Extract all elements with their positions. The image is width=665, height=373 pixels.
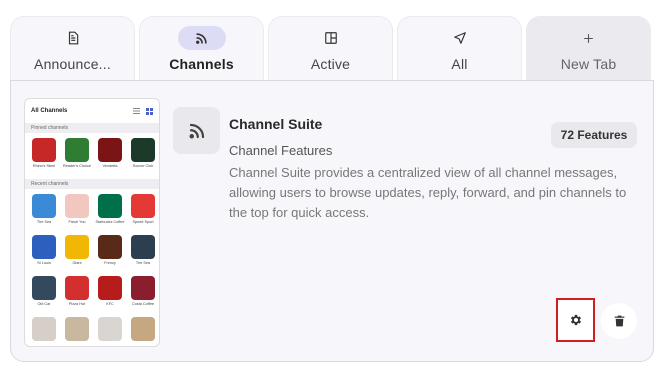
tab-all[interactable]: All bbox=[397, 16, 522, 82]
tab-channels[interactable]: Channels bbox=[139, 16, 264, 82]
document-icon bbox=[49, 26, 97, 50]
channel-name: Soccer Club bbox=[132, 164, 154, 168]
tab-label: Active bbox=[310, 56, 351, 72]
grid-view-icon bbox=[146, 107, 153, 115]
channel-thumbnail bbox=[32, 138, 56, 162]
channel-name: St Louis bbox=[37, 261, 51, 265]
channel-tile[interactable] bbox=[97, 317, 123, 346]
navigation-icon bbox=[436, 26, 484, 50]
view-toggle bbox=[133, 107, 153, 115]
plus-icon bbox=[565, 26, 613, 50]
channel-thumbnail bbox=[32, 194, 56, 218]
feature-icon bbox=[173, 107, 220, 154]
channel-tile[interactable] bbox=[64, 317, 90, 346]
channel-name: Old Car bbox=[37, 302, 51, 306]
channel-name: The Sea bbox=[135, 261, 151, 265]
list-view-icon bbox=[133, 108, 140, 114]
rss-icon bbox=[189, 123, 204, 138]
channel-thumbnail bbox=[98, 276, 122, 300]
channel-name: Starbucks Coffee bbox=[95, 220, 125, 224]
channel-tile[interactable]: Reader's Choice bbox=[63, 138, 91, 179]
tab-new[interactable]: New Tab bbox=[526, 16, 651, 82]
channel-tile[interactable]: Pizza Hut bbox=[64, 276, 90, 317]
tab-announcements[interactable]: Announce... bbox=[10, 16, 135, 82]
channels-preview[interactable]: All Channels Pinned channels Rhino's Ste… bbox=[24, 98, 160, 347]
channel-thumbnail bbox=[131, 276, 155, 300]
channel-tile[interactable]: Fresh You bbox=[64, 194, 90, 235]
channel-thumbnail bbox=[131, 235, 155, 259]
feature-panel-root: Announce... Channels Active All New Tab bbox=[0, 0, 665, 373]
channel-name: Fresh You bbox=[68, 220, 86, 224]
settings-button[interactable] bbox=[556, 298, 595, 342]
feature-title: Channel Suite bbox=[229, 116, 323, 132]
channel-tile[interactable]: Vendetta bbox=[97, 138, 123, 179]
channel-name: Speed Sport bbox=[132, 220, 154, 224]
channel-name: Reader's Choice bbox=[63, 164, 91, 168]
feature-description: Channel Suite provides a centralized vie… bbox=[229, 165, 627, 220]
channel-thumbnail bbox=[65, 235, 89, 259]
tab-active[interactable]: Active bbox=[268, 16, 393, 82]
channel-tile[interactable]: Old Car bbox=[31, 276, 57, 317]
channel-name: The Sea bbox=[36, 220, 52, 224]
channel-name: Giant bbox=[72, 261, 82, 265]
layout-icon bbox=[307, 26, 355, 50]
channel-name: KFC bbox=[106, 302, 114, 306]
channel-tile[interactable]: The Sea bbox=[130, 235, 156, 276]
channel-thumbnail bbox=[98, 138, 122, 162]
recent-grid: The Sea Fresh You Starbucks Coffee Speed Sp… bbox=[25, 189, 159, 346]
channel-thumbnail bbox=[65, 317, 89, 341]
tab-label: Announce... bbox=[34, 56, 111, 72]
pinned-section-label: Pinned channels bbox=[25, 123, 159, 133]
channel-thumbnail bbox=[65, 194, 89, 218]
rss-icon bbox=[177, 26, 226, 50]
recent-section-label: Recent channels bbox=[25, 179, 159, 189]
channel-tile[interactable]: Soccer Club bbox=[130, 138, 156, 179]
preview-title: All Channels bbox=[31, 108, 68, 114]
channel-tile[interactable]: Speed Sport bbox=[130, 194, 156, 235]
tab-label: New Tab bbox=[560, 56, 617, 72]
gear-icon bbox=[570, 314, 581, 326]
channel-tile[interactable]: Starbucks Coffee bbox=[95, 194, 125, 235]
channel-thumbnail bbox=[32, 276, 56, 300]
channel-tile[interactable] bbox=[130, 317, 156, 346]
channel-thumbnail bbox=[32, 317, 56, 341]
trash-icon bbox=[614, 315, 624, 327]
channel-thumbnail bbox=[98, 194, 122, 218]
channel-thumbnail bbox=[32, 235, 56, 259]
channel-name: Pizza Hut bbox=[68, 302, 86, 306]
delete-button[interactable] bbox=[601, 303, 637, 339]
channel-name: Costa Coffee bbox=[131, 302, 155, 306]
channel-thumbnail bbox=[98, 235, 122, 259]
tab-label: All bbox=[451, 56, 468, 72]
channel-tile[interactable]: KFC bbox=[97, 276, 123, 317]
channel-thumbnail bbox=[131, 194, 155, 218]
channel-name: Frenzy bbox=[104, 261, 116, 265]
channel-thumbnail bbox=[65, 276, 89, 300]
preview-header: All Channels bbox=[25, 99, 159, 123]
channel-thumbnail bbox=[98, 317, 122, 341]
channel-thumbnail bbox=[131, 317, 155, 341]
channel-tile[interactable]: Rhino's Steel bbox=[31, 138, 57, 179]
channel-name: Vendetta bbox=[102, 164, 118, 168]
channel-thumbnail bbox=[131, 138, 155, 162]
channel-tile[interactable]: The Sea bbox=[31, 194, 57, 235]
channel-tile[interactable]: Frenzy bbox=[97, 235, 123, 276]
channel-tile[interactable] bbox=[31, 317, 57, 346]
channel-tile[interactable]: St Louis bbox=[31, 235, 57, 276]
feature-card: All Channels Pinned channels Rhino's Ste… bbox=[10, 80, 654, 362]
channel-name: Rhino's Steel bbox=[32, 164, 56, 168]
tab-label: Channels bbox=[169, 56, 234, 72]
tab-bar: Announce... Channels Active All New Tab bbox=[10, 16, 654, 82]
pinned-grid: Rhino's Steel Reader's Choice Vendetta Socc… bbox=[25, 133, 159, 179]
channel-thumbnail bbox=[65, 138, 89, 162]
feature-count-badge: 72 Features bbox=[551, 122, 637, 148]
feature-subtitle: Channel Features bbox=[229, 143, 333, 158]
channel-tile[interactable]: Costa Coffee bbox=[130, 276, 156, 317]
channel-tile[interactable]: Giant bbox=[64, 235, 90, 276]
